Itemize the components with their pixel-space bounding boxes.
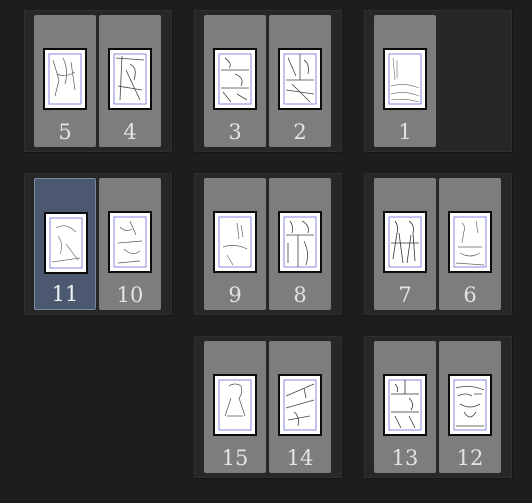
page-sketch-image — [278, 211, 322, 273]
page-thumbnail-8[interactable]: 8 — [269, 178, 331, 310]
page-thumbnail-1[interactable]: 1 — [374, 15, 436, 147]
page-thumbnail-10[interactable]: 10 — [99, 178, 161, 310]
page-thumbnail-15[interactable]: 15 — [204, 341, 266, 473]
page-number-label: 15 — [221, 446, 249, 470]
page-sketch-image — [448, 374, 492, 436]
page-sketch-image — [213, 374, 257, 436]
page-thumbnail-14[interactable]: 14 — [269, 341, 331, 473]
page-sketch-image — [44, 212, 88, 274]
page-sketch-image — [278, 374, 322, 436]
page-number-label: 3 — [228, 120, 242, 144]
page-sketch-image — [383, 211, 427, 273]
page-thumbnail-4[interactable]: 4 — [99, 15, 161, 147]
page-number-label: 12 — [456, 446, 484, 470]
page-sketch-image — [383, 374, 427, 436]
page-number-label: 11 — [51, 282, 79, 306]
page-number-label: 4 — [123, 120, 137, 144]
page-number-label: 10 — [116, 283, 144, 307]
page-sketch-image — [43, 48, 87, 110]
spread-pages-7-6: 7 6 — [364, 173, 512, 315]
page-manager: { "accent_color": "#4b586f", "page_color… — [0, 0, 532, 503]
page-number-label: 5 — [58, 120, 72, 144]
spread-pages-5-4: 5 4 — [24, 10, 172, 152]
page-thumbnail-3[interactable]: 3 — [204, 15, 266, 147]
page-number-label: 7 — [398, 283, 412, 307]
page-number-label: 14 — [286, 446, 314, 470]
page-thumbnail-6[interactable]: 6 — [439, 178, 501, 310]
spread-pages-15-14: 15 14 — [194, 336, 342, 478]
page-sketch-image — [213, 211, 257, 273]
page-number-label: 13 — [391, 446, 419, 470]
spread-pages-13-12: 13 12 — [364, 336, 512, 478]
page-thumbnail-13[interactable]: 13 — [374, 341, 436, 473]
page-number-label: 6 — [463, 283, 477, 307]
spread-page-1: 1 — [364, 10, 512, 152]
spread-pages-9-8: 9 8 — [194, 173, 342, 315]
page-sketch-image — [108, 48, 152, 110]
spread-pages-3-2: 3 2 — [194, 10, 342, 152]
page-thumbnail-9[interactable]: 9 — [204, 178, 266, 310]
page-thumbnail-11[interactable]: 11 — [34, 178, 96, 310]
page-thumbnail-12[interactable]: 12 — [439, 341, 501, 473]
page-number-label: 1 — [398, 120, 412, 144]
page-thumbnail-2[interactable]: 2 — [269, 15, 331, 147]
page-thumbnail-5[interactable]: 5 — [34, 15, 96, 147]
page-sketch-image — [108, 211, 152, 273]
page-sketch-image — [448, 211, 492, 273]
page-number-label: 2 — [293, 120, 307, 144]
page-sketch-image — [213, 48, 257, 110]
page-thumbnail-7[interactable]: 7 — [374, 178, 436, 310]
spread-pages-11-10: 11 10 — [24, 173, 172, 315]
page-number-label: 8 — [293, 283, 307, 307]
page-sketch-image — [278, 48, 322, 110]
page-sketch-image — [383, 48, 427, 110]
page-number-label: 9 — [228, 283, 242, 307]
